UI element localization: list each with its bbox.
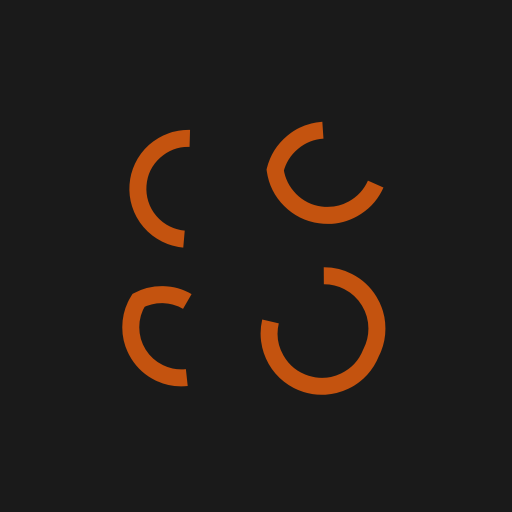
logo-arc-bottom-right [260,267,386,395]
logo-arc-top-left [129,129,191,248]
logo-arc-top-right [266,121,384,224]
logo-arc-bottom-left [122,286,192,387]
four-arcs-logo-icon [122,121,386,395]
